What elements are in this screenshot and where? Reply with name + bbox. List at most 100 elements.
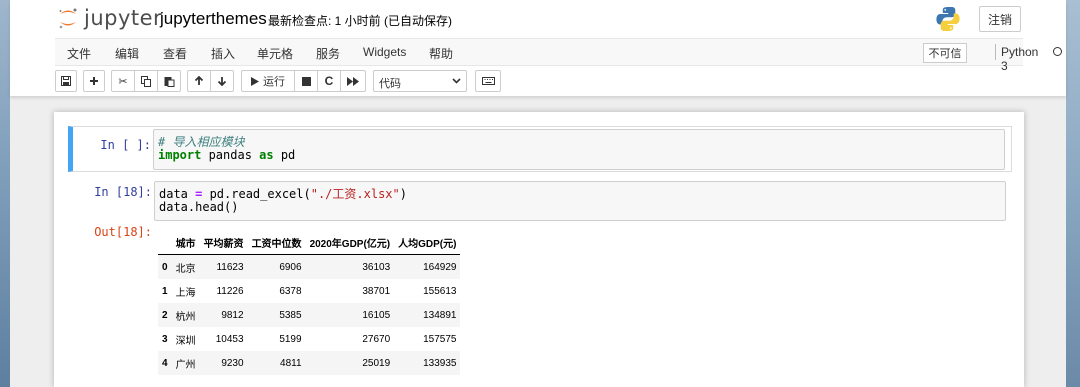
- restart-icon: C: [324, 74, 334, 88]
- row-index: 0: [162, 261, 168, 273]
- jupyter-logo-icon: [58, 7, 78, 29]
- code-input[interactable]: data = pd.read_excel("./工资.xlsx") data.h…: [154, 181, 1006, 221]
- cell-type-value: 代码: [379, 78, 401, 90]
- move-up-button[interactable]: [187, 70, 211, 92]
- paste-icon: [164, 76, 174, 87]
- table-cell: 11226: [216, 285, 244, 297]
- table-cell: 11623: [216, 261, 244, 273]
- table-cell: 16105: [362, 309, 391, 321]
- table-cell: 上海: [175, 287, 196, 299]
- run-label: 运行: [263, 76, 285, 88]
- column-header: 平均薪资: [203, 238, 244, 250]
- trust-button[interactable]: 不可信: [923, 43, 967, 63]
- desktop-wallpaper-left: [0, 0, 10, 387]
- row-index: 3: [162, 333, 168, 345]
- table-cell: 38701: [362, 285, 391, 297]
- table-cell: 杭州: [175, 311, 196, 323]
- menu-kernel[interactable]: 服务: [316, 45, 340, 62]
- table-cell: 北京: [175, 263, 196, 275]
- stop-icon: [301, 76, 311, 86]
- column-header: 2020年GDP(亿元): [309, 238, 391, 250]
- input-prompt: In [18]:: [94, 185, 152, 199]
- table-row: 4 广州 9230 4811 25019 133935: [158, 351, 461, 375]
- column-header: 人均GDP(元): [398, 238, 457, 250]
- jupyter-logo[interactable]: jupyter: [58, 6, 162, 30]
- logout-button[interactable]: 注销: [979, 6, 1021, 32]
- save-button[interactable]: [55, 70, 77, 92]
- table-cell: 164929: [423, 261, 457, 273]
- arrow-down-icon: [217, 77, 227, 86]
- table-cell: 9812: [221, 309, 244, 321]
- menu-widgets[interactable]: Widgets: [363, 45, 406, 59]
- table-cell: 6906: [279, 261, 302, 273]
- dataframe-table: 城市 平均薪资 工资中位数 2020年GDP(亿元) 人均GDP(元) 0 北京…: [158, 230, 461, 375]
- table-cell: 6378: [279, 285, 302, 297]
- plus-icon: [90, 77, 98, 85]
- notebook-title[interactable]: jupyterthemes: [160, 9, 267, 29]
- notebook-container: In [ ]: # 导入相应模块 import pandas as pd In …: [54, 112, 1024, 387]
- kernel-idle-icon: [1053, 47, 1062, 56]
- menu-file[interactable]: 文件: [67, 45, 91, 62]
- kernel-separator: [995, 44, 996, 60]
- table-cell: 157575: [423, 333, 457, 345]
- keyboard-icon: [481, 77, 495, 85]
- fast-forward-icon: [347, 76, 359, 86]
- table-cell: 9230: [221, 357, 244, 369]
- table-header-row: 城市 平均薪资 工资中位数 2020年GDP(亿元) 人均GDP(元): [158, 230, 461, 255]
- scissors-icon: ✂: [118, 75, 128, 88]
- header: jupyter jupyterthemes 最新检查点: 1 小时前 (已自动保…: [10, 0, 1066, 96]
- code-input[interactable]: # 导入相应模块 import pandas as pd: [153, 129, 1005, 170]
- input-prompt: In [ ]:: [100, 138, 151, 152]
- move-down-button[interactable]: [210, 70, 234, 92]
- table-cell: 10453: [215, 333, 244, 345]
- table-cell: 5199: [279, 333, 302, 345]
- restart-button[interactable]: C: [317, 70, 341, 92]
- checkpoint-status: 最新检查点: 1 小时前 (已自动保存): [268, 14, 453, 28]
- table-cell: 5385: [279, 309, 302, 321]
- index-header: [158, 230, 172, 255]
- notebook-page: jupyter jupyterthemes 最新检查点: 1 小时前 (已自动保…: [10, 0, 1066, 387]
- run-button[interactable]: 运行: [241, 70, 295, 92]
- table-cell: 25019: [362, 357, 391, 369]
- table-cell: 广州: [175, 359, 196, 371]
- chevron-down-icon: [452, 78, 461, 84]
- table-cell: 27670: [362, 333, 391, 345]
- kernel-name: Python 3: [1001, 45, 1039, 73]
- paste-button[interactable]: [157, 70, 181, 92]
- add-cell-button[interactable]: [83, 70, 105, 92]
- python-logo-icon: [935, 6, 961, 32]
- code-line: data.head(): [159, 200, 239, 214]
- code-line: import pandas as pd: [158, 148, 296, 162]
- table-row: 1 上海 11226 6378 38701 155613: [158, 279, 461, 303]
- column-header: 工资中位数: [251, 238, 302, 250]
- desktop-wallpaper-right: [1066, 0, 1080, 387]
- table-cell: 134891: [423, 309, 457, 321]
- cell-type-select[interactable]: 代码: [373, 70, 467, 92]
- table-cell: 36103: [362, 261, 391, 273]
- play-icon: [251, 76, 259, 86]
- table-cell: 4811: [280, 357, 302, 369]
- interrupt-button[interactable]: [294, 70, 318, 92]
- table-cell: 155613: [423, 285, 457, 297]
- restart-run-all-button[interactable]: [340, 70, 366, 92]
- save-icon: [61, 76, 71, 86]
- row-index: 1: [162, 285, 168, 297]
- code-cell-selected[interactable]: In [ ]: # 导入相应模块 import pandas as pd: [68, 126, 1012, 172]
- menu-help[interactable]: 帮助: [429, 45, 453, 62]
- column-header: 城市: [175, 238, 196, 250]
- arrow-up-icon: [194, 76, 204, 85]
- output-prompt: Out[18]:: [94, 225, 152, 239]
- table-cell: 深圳: [175, 335, 196, 347]
- menu-view[interactable]: 查看: [163, 45, 187, 62]
- table-row: 0 北京 11623 6906 36103 164929: [158, 254, 461, 279]
- command-palette-button[interactable]: [475, 70, 501, 92]
- menu-cell[interactable]: 单元格: [257, 45, 293, 62]
- jupyter-logo-text: jupyter: [84, 6, 163, 30]
- menu-insert[interactable]: 插入: [211, 45, 235, 62]
- menu-edit[interactable]: 编辑: [115, 45, 139, 62]
- table-row: 3 深圳 10453 5199 27670 157575: [158, 327, 461, 351]
- row-index: 4: [162, 357, 168, 369]
- row-index: 2: [162, 309, 168, 321]
- copy-button[interactable]: [134, 70, 158, 92]
- cut-button[interactable]: ✂: [111, 70, 135, 92]
